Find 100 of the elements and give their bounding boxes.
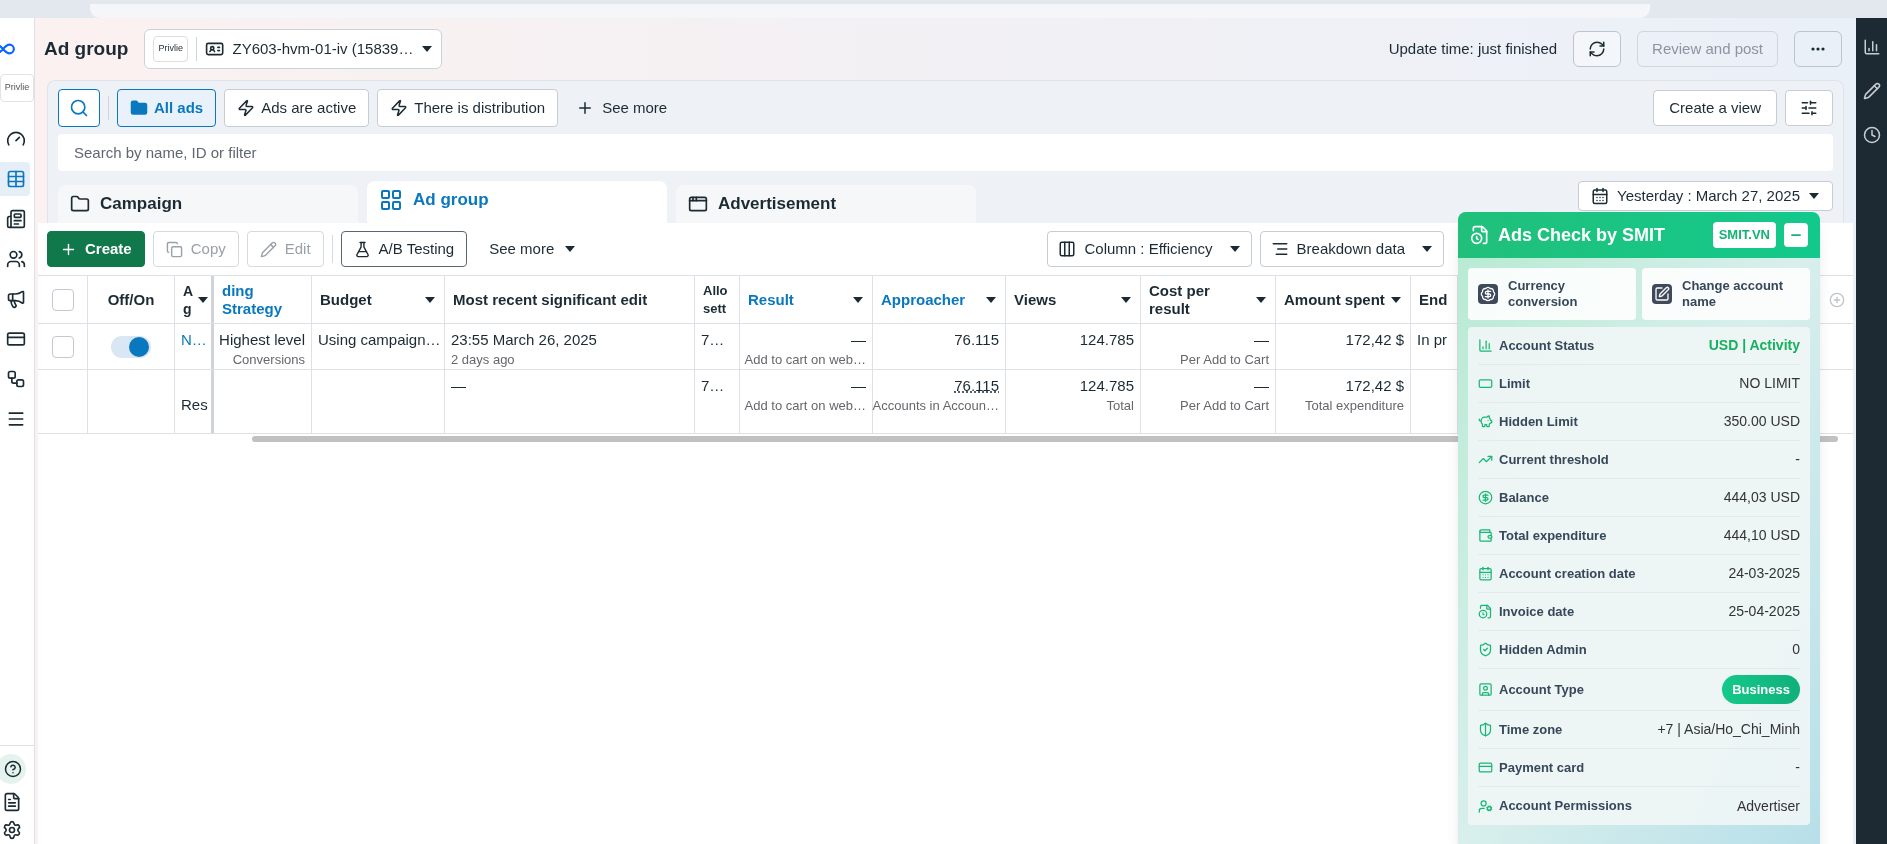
cell-subtext: Conversions <box>232 351 305 369</box>
toggle-switch[interactable] <box>111 335 151 358</box>
search-icon <box>69 98 89 118</box>
help-button[interactable] <box>0 754 26 784</box>
brand-logo[interactable]: Privlie <box>0 74 34 102</box>
chart-icon <box>1478 338 1493 353</box>
document-icon[interactable] <box>2 792 22 812</box>
info-value: 444,10 USD <box>1723 526 1800 545</box>
info-value: Advertiser <box>1736 796 1800 816</box>
info-label: Total expenditure <box>1499 526 1607 545</box>
user-gear-icon <box>1478 798 1493 814</box>
caret-icon <box>985 295 997 304</box>
cell-text: — <box>1254 330 1269 350</box>
sliders-icon <box>1800 99 1818 117</box>
cell-text: 124.785 <box>1079 376 1134 396</box>
column-header[interactable]: Cost per result <box>1141 276 1276 323</box>
copy-icon <box>165 240 183 258</box>
shield-icon <box>1478 642 1493 657</box>
create-view-button[interactable]: Create a view <box>1653 90 1777 126</box>
toolbar-button[interactable]: Create <box>47 231 145 267</box>
column-button[interactable]: Column : Efficiency <box>1047 231 1252 267</box>
gauge-icon <box>6 129 26 149</box>
panel-logo-icon <box>1470 225 1490 245</box>
filter-chip[interactable]: There is distribution <box>377 89 559 127</box>
info-label: Balance <box>1499 488 1549 507</box>
cell-subtext: Total <box>1106 397 1134 415</box>
column-header[interactable]: A g <box>175 276 214 323</box>
see-more-button[interactable]: See more <box>566 89 678 127</box>
search-button[interactable] <box>58 89 100 127</box>
caret-icon <box>1255 295 1267 304</box>
level-tab[interactable]: Campaign <box>58 185 358 223</box>
cell-text: Using campaign… <box>318 330 441 350</box>
grid-icon <box>379 188 403 212</box>
settings-button[interactable] <box>1785 90 1833 126</box>
cell-subtext: Add to cart on web… <box>744 397 866 415</box>
info-label: Payment card <box>1499 758 1585 777</box>
column-header[interactable]: ding Strategy <box>214 276 312 323</box>
panel-action-button[interactable]: Change account name <box>1642 268 1810 320</box>
info-value: 24-03-2025 <box>1728 564 1800 583</box>
column-header[interactable]: Most recent significant edit <box>445 276 695 323</box>
cell-text: 172,42 $ <box>1345 376 1404 396</box>
filter-chip[interactable]: Ads are active <box>224 89 370 127</box>
account-selector[interactable]: Privlie ZY603-hvm-01-iv (15839… <box>144 29 443 69</box>
chart-icon[interactable] <box>1862 38 1881 56</box>
more-icon <box>1811 47 1825 51</box>
column-header[interactable]: Budget <box>312 276 445 323</box>
info-label: Current threshold <box>1499 450 1609 469</box>
calendar-icon <box>1591 187 1610 205</box>
column-header[interactable]: Result <box>740 276 873 323</box>
cell-text: Highest level <box>219 330 305 350</box>
card-icon <box>1478 376 1493 391</box>
credit-card-icon <box>1478 760 1493 775</box>
cell-text: 76.115 <box>954 330 999 350</box>
caret-icon <box>197 295 210 304</box>
ad-group-link[interactable]: N… <box>181 330 207 350</box>
level-tab[interactable]: Ad group <box>367 181 667 223</box>
bolt-icon <box>237 99 256 117</box>
cell-subtext: Per Add to Cart <box>1180 351 1269 369</box>
panel-action-button[interactable]: Currency conversion <box>1468 268 1636 320</box>
filter-chip[interactable]: All ads <box>117 89 217 127</box>
cell-subtext: Total expenditure <box>1305 397 1404 415</box>
info-label: Hidden Admin <box>1499 640 1587 659</box>
column-header[interactable]: Off/On <box>88 276 175 323</box>
folder-icon <box>130 99 148 117</box>
pencil-icon <box>259 240 277 258</box>
checkbox[interactable] <box>51 288 74 311</box>
info-label: Hidden Limit <box>1499 412 1578 431</box>
toolbar-button[interactable]: A/B Testing <box>340 231 468 267</box>
settings-icon[interactable] <box>2 820 22 840</box>
dollar-icon <box>1478 490 1493 505</box>
clock-icon[interactable] <box>1862 126 1881 144</box>
column-header[interactable]: Views <box>1006 276 1141 323</box>
info-value: - <box>1795 450 1800 469</box>
date-range-button[interactable]: Yesterday : March 27, 2025 <box>1578 181 1833 211</box>
calendar-icon <box>1478 566 1493 581</box>
breakdown-button[interactable]: Breakdown data <box>1259 231 1444 267</box>
cell-subtext: Per Add to Cart <box>1180 397 1269 415</box>
caret-icon <box>1808 192 1820 200</box>
checkbox[interactable] <box>51 335 74 358</box>
column-header[interactable]: Allo sett <box>695 276 740 323</box>
shield-icon <box>1478 722 1493 737</box>
refresh-icon <box>1588 40 1607 58</box>
flask-icon <box>353 240 371 258</box>
column-header[interactable]: Amount spent <box>1276 276 1411 323</box>
caret-icon <box>564 245 577 253</box>
columns-icon <box>1058 240 1077 258</box>
search-field[interactable]: Search by name, ID or filter <box>58 134 1833 171</box>
pencil-icon <box>1652 284 1672 304</box>
refresh-button[interactable] <box>1573 31 1622 67</box>
pencil-icon[interactable] <box>1862 82 1881 100</box>
caret-icon <box>1120 295 1132 304</box>
help-icon <box>4 760 22 778</box>
menu-icon <box>6 409 26 429</box>
cell-text: 124.785 <box>1079 330 1134 350</box>
level-tab[interactable]: Advertisement <box>676 185 976 223</box>
cell-text: 7… <box>701 376 725 396</box>
see-more-button[interactable]: See more <box>475 231 591 267</box>
info-label: Account Permissions <box>1499 797 1632 816</box>
wallet-icon <box>1478 528 1493 543</box>
column-header[interactable]: Approacher <box>873 276 1006 323</box>
